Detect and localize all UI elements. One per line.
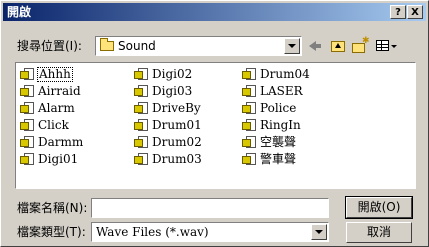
filename-input[interactable] xyxy=(91,198,329,218)
cancel-button[interactable]: 取消 xyxy=(346,222,412,243)
sparkle-icon: ✱ xyxy=(362,36,370,46)
filetype-label: 檔案類型(T): xyxy=(17,225,86,239)
filename-label: 檔案名稱(N): xyxy=(17,201,88,215)
wav-file-icon xyxy=(20,136,36,149)
file-name: Airraid xyxy=(38,84,81,98)
wav-file-icon xyxy=(242,153,258,166)
lookin-value: Sound xyxy=(118,39,156,53)
filetype-value: Wave Files (*.wav) xyxy=(96,225,209,239)
help-button[interactable]: ? xyxy=(390,5,406,19)
file-name: RingIn xyxy=(260,118,301,132)
file-name: Digi01 xyxy=(38,152,79,166)
file-name: Drum01 xyxy=(152,118,202,132)
file-name: Digi02 xyxy=(152,67,193,81)
chevron-down-icon xyxy=(391,45,397,48)
wav-file-icon xyxy=(242,68,258,81)
file-name: Drum03 xyxy=(152,152,202,166)
file-name: DriveBy xyxy=(152,101,201,115)
wav-file-icon xyxy=(242,136,258,149)
open-dialog: 開啟 ? X 搜尋位置(I): Sound ✱ Ahhh Airraid Alarm… xyxy=(0,0,429,247)
folder-icon xyxy=(100,38,114,51)
wav-file-icon xyxy=(242,119,258,132)
wav-file-icon xyxy=(134,119,150,132)
dialog-title: 開啟 xyxy=(7,5,32,19)
filetype-dropdown-button[interactable] xyxy=(311,224,327,240)
file-list[interactable]: Ahhh Airraid Alarm Click Darmm Digi01 Digi02 Di… xyxy=(15,62,416,189)
file-name: Digi03 xyxy=(152,84,193,98)
wav-file-icon xyxy=(242,102,258,115)
title-bar[interactable]: 開啟 ? X xyxy=(3,3,426,21)
wav-file-icon xyxy=(20,85,36,98)
file-name: Darmm xyxy=(38,135,84,149)
file-name: Drum04 xyxy=(260,67,310,81)
up-folder-button[interactable] xyxy=(327,37,349,55)
file-name: Ahhh xyxy=(37,67,73,82)
file-name: LASER xyxy=(260,84,303,98)
file-name: Drum02 xyxy=(152,135,202,149)
wav-file-icon xyxy=(20,68,36,81)
up-folder-icon xyxy=(331,41,345,52)
open-button[interactable]: 開啟(O) xyxy=(345,196,413,219)
file-name: 警車聲 xyxy=(260,152,297,166)
wav-file-icon xyxy=(20,102,36,115)
file-name: 空襲聲 xyxy=(260,135,297,149)
file-name: Police xyxy=(260,101,297,115)
wav-file-icon xyxy=(134,136,150,149)
lookin-combo[interactable]: Sound xyxy=(95,36,302,56)
lookin-dropdown-button[interactable] xyxy=(284,38,300,54)
new-folder-button[interactable]: ✱ xyxy=(349,37,371,55)
view-menu-button[interactable] xyxy=(373,37,399,55)
close-button[interactable]: X xyxy=(407,5,423,19)
filetype-combo[interactable]: Wave Files (*.wav) xyxy=(91,222,329,242)
back-button[interactable] xyxy=(305,37,327,55)
view-menu-icon xyxy=(376,40,389,51)
wav-file-icon xyxy=(242,85,258,98)
wav-file-icon xyxy=(134,68,150,81)
wav-file-icon xyxy=(134,102,150,115)
wav-file-icon xyxy=(20,153,36,166)
wav-file-icon xyxy=(134,153,150,166)
lookin-label: 搜尋位置(I): xyxy=(17,39,82,53)
file-name: Click xyxy=(38,118,69,132)
back-arrow-icon xyxy=(309,41,321,51)
wav-file-icon xyxy=(134,85,150,98)
wav-file-icon xyxy=(20,119,36,132)
file-name: Alarm xyxy=(38,101,75,115)
